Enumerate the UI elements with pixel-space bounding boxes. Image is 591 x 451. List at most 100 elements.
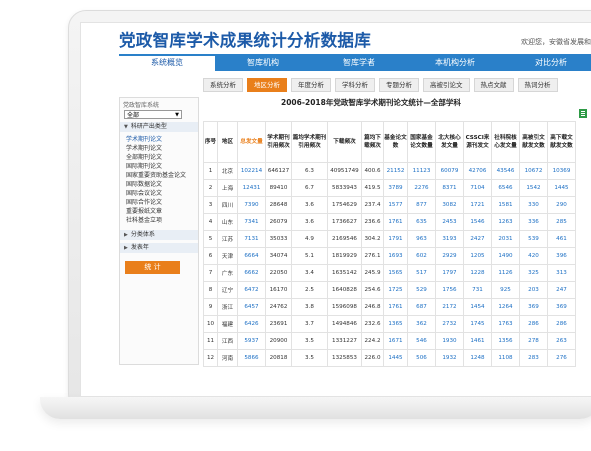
table-cell[interactable]: 517 xyxy=(407,264,436,282)
table-cell[interactable]: 12431 xyxy=(237,179,266,197)
table-cell[interactable]: 286 xyxy=(547,315,576,333)
table-cell[interactable]: 420 xyxy=(519,247,548,265)
table-cell[interactable]: 1264 xyxy=(491,298,520,316)
table-cell[interactable]: 1542 xyxy=(519,179,548,197)
table-cell[interactable]: 1763 xyxy=(491,315,520,333)
tab-hot-words[interactable]: 热词分析 xyxy=(517,78,558,92)
tab-discipline-analysis[interactable]: 学科分析 xyxy=(335,78,375,92)
table-cell[interactable]: 1356 xyxy=(491,332,520,350)
table-cell[interactable]: 3193 xyxy=(435,230,464,248)
list-item[interactable]: 学术期刊论文 xyxy=(126,143,162,152)
table-cell[interactable]: 1565 xyxy=(383,264,408,282)
table-cell[interactable]: 102214 xyxy=(237,162,266,180)
table-cell[interactable]: 1461 xyxy=(463,332,492,350)
table-cell[interactable]: 1932 xyxy=(435,349,464,367)
stat-button[interactable]: 统 计 xyxy=(125,261,180,274)
tab-hot-literature[interactable]: 热点文献 xyxy=(473,78,514,92)
table-cell[interactable]: 602 xyxy=(407,247,436,265)
table-cell[interactable]: 290 xyxy=(547,196,576,214)
column-header[interactable]: CSSCI来源刊发文 xyxy=(463,121,492,163)
column-header[interactable]: 高下载文献发文数 xyxy=(547,121,576,163)
list-item[interactable]: 学术期刊论文 xyxy=(126,134,162,143)
table-cell[interactable]: 1761 xyxy=(383,213,408,231)
table-cell[interactable]: 43546 xyxy=(491,162,520,180)
table-cell[interactable]: 1228 xyxy=(463,264,492,282)
table-cell[interactable]: 1248 xyxy=(463,349,492,367)
year-group[interactable]: ▶ 发表年 xyxy=(120,243,198,253)
table-cell[interactable]: 369 xyxy=(519,298,548,316)
table-cell[interactable]: 5866 xyxy=(237,349,266,367)
table-cell[interactable]: 1445 xyxy=(547,179,576,197)
nav-item-overview[interactable]: 系统概览 xyxy=(119,54,215,71)
list-item[interactable]: 重要报纸文章 xyxy=(126,206,162,215)
table-cell[interactable]: 42706 xyxy=(463,162,492,180)
table-cell[interactable]: 1930 xyxy=(435,332,464,350)
table-cell[interactable]: 7341 xyxy=(237,213,266,231)
nav-item-scholars[interactable]: 智库学者 xyxy=(311,54,407,71)
table-cell[interactable]: 1546 xyxy=(463,213,492,231)
tab-region-analysis[interactable]: 地区分析 xyxy=(247,78,287,92)
table-cell[interactable]: 687 xyxy=(407,298,436,316)
table-cell[interactable]: 7131 xyxy=(237,230,266,248)
table-cell[interactable]: 6664 xyxy=(237,247,266,265)
table-cell[interactable]: 1581 xyxy=(491,196,520,214)
table-cell[interactable]: 1725 xyxy=(383,281,408,299)
table-cell[interactable]: 529 xyxy=(407,281,436,299)
table-cell[interactable]: 330 xyxy=(519,196,548,214)
table-cell[interactable]: 283 xyxy=(519,349,548,367)
table-cell[interactable]: 1445 xyxy=(383,349,408,367)
table-cell[interactable]: 877 xyxy=(407,196,436,214)
table-cell[interactable]: 278 xyxy=(519,332,548,350)
table-cell[interactable]: 1791 xyxy=(383,230,408,248)
table-cell[interactable]: 6662 xyxy=(237,264,266,282)
tab-highly-cited[interactable]: 高被引论文 xyxy=(423,78,470,92)
table-cell[interactable]: 60079 xyxy=(435,162,464,180)
column-header[interactable]: 国家基金论文数量 xyxy=(407,121,436,163)
column-header[interactable]: 地区 xyxy=(217,121,238,163)
tab-topic-analysis[interactable]: 专题分析 xyxy=(379,78,419,92)
table-cell[interactable]: 6472 xyxy=(237,281,266,299)
table-cell[interactable]: 1693 xyxy=(383,247,408,265)
table-cell[interactable]: 6457 xyxy=(237,298,266,316)
table-cell[interactable]: 2276 xyxy=(407,179,436,197)
table-cell[interactable]: 1761 xyxy=(383,298,408,316)
column-header[interactable]: 高被引文献发文数 xyxy=(519,121,548,163)
nav-item-institutions[interactable]: 智库机构 xyxy=(215,54,311,71)
table-cell[interactable]: 5937 xyxy=(237,332,266,350)
table-cell[interactable]: 2929 xyxy=(435,247,464,265)
table-cell[interactable]: 1721 xyxy=(463,196,492,214)
column-header[interactable]: 篇均下载频次 xyxy=(361,121,384,163)
table-cell[interactable]: 6426 xyxy=(237,315,266,333)
table-cell[interactable]: 461 xyxy=(547,230,576,248)
output-type-group[interactable]: ▼ 科研产出类型 xyxy=(120,122,198,132)
column-header-sorted[interactable]: 总发文量 xyxy=(237,121,266,163)
table-cell[interactable]: 247 xyxy=(547,281,576,299)
table-cell[interactable]: 3082 xyxy=(435,196,464,214)
classification-group[interactable]: ▶ 分类体系 xyxy=(120,230,198,240)
table-cell[interactable]: 6546 xyxy=(491,179,520,197)
table-cell[interactable]: 8371 xyxy=(435,179,464,197)
table-cell[interactable]: 1756 xyxy=(435,281,464,299)
table-cell[interactable]: 1205 xyxy=(463,247,492,265)
column-header[interactable]: 社科院核心发文量 xyxy=(491,121,520,163)
table-cell[interactable]: 396 xyxy=(547,247,576,265)
table-cell[interactable]: 369 xyxy=(547,298,576,316)
table-cell[interactable]: 10369 xyxy=(547,162,576,180)
column-header[interactable]: 序号 xyxy=(203,121,218,163)
table-cell[interactable]: 203 xyxy=(519,281,548,299)
list-item[interactable]: 社科基金立项 xyxy=(126,215,162,224)
table-cell[interactable]: 1365 xyxy=(383,315,408,333)
table-cell[interactable]: 1108 xyxy=(491,349,520,367)
table-cell[interactable]: 1454 xyxy=(463,298,492,316)
table-cell[interactable]: 546 xyxy=(407,332,436,350)
table-cell[interactable]: 10672 xyxy=(519,162,548,180)
table-cell[interactable]: 3789 xyxy=(383,179,408,197)
table-cell[interactable]: 276 xyxy=(547,349,576,367)
column-header[interactable]: 篇均学术期刊引用频次 xyxy=(291,121,328,163)
list-item[interactable]: 国际会议论文 xyxy=(126,188,162,197)
table-cell[interactable]: 313 xyxy=(547,264,576,282)
tab-annual-analysis[interactable]: 年度分析 xyxy=(291,78,331,92)
table-cell[interactable]: 925 xyxy=(491,281,520,299)
table-cell[interactable]: 2453 xyxy=(435,213,464,231)
list-item[interactable]: 国际期刊论文 xyxy=(126,161,162,170)
